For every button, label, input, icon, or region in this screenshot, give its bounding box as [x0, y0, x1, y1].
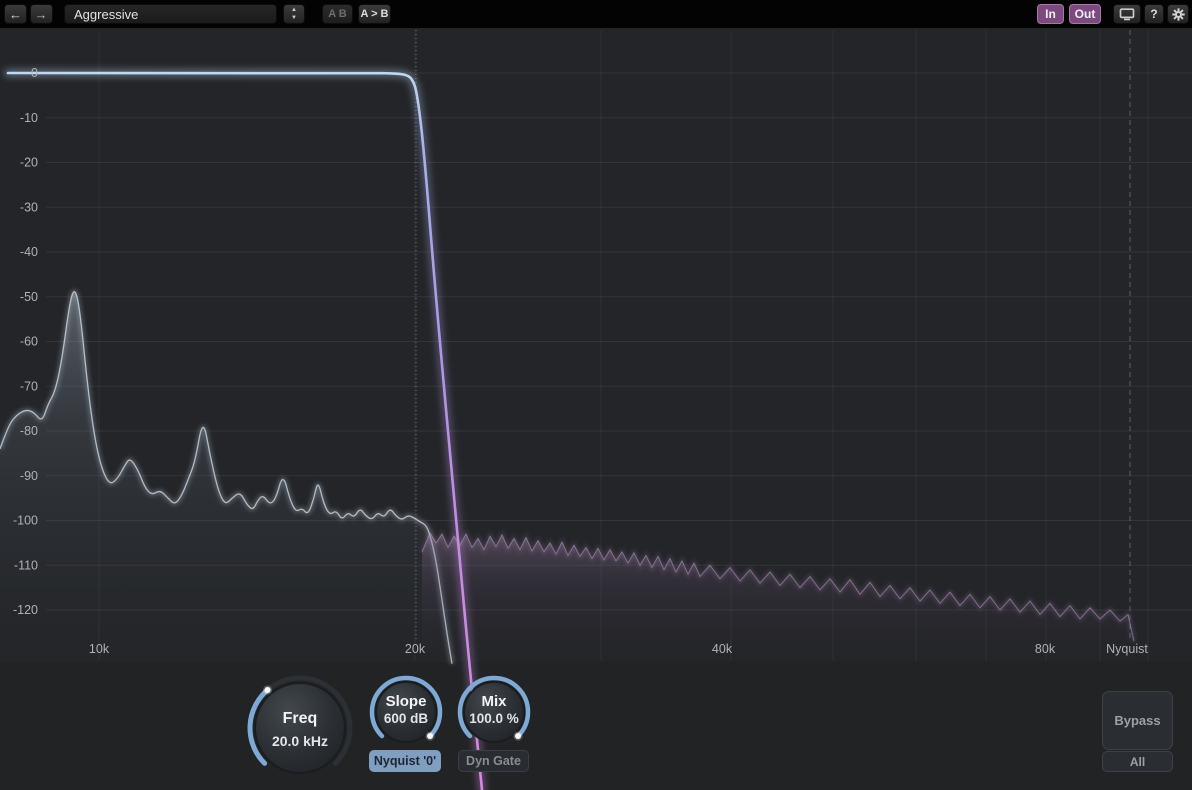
- db-axis-label: -10: [20, 111, 38, 125]
- db-axis-label: -60: [20, 335, 38, 349]
- freq-axis-label: 40k: [712, 642, 733, 656]
- mix-knob-label: Mix: [481, 693, 507, 710]
- mix-knob-dot: [515, 733, 521, 739]
- monitor-button[interactable]: [1113, 4, 1141, 24]
- nyquist-zero-label: Nyquist '0': [374, 754, 436, 768]
- stepper-down-icon[interactable]: ▼: [291, 14, 297, 22]
- freq-axis-label: Nyquist: [1106, 642, 1148, 656]
- freq-axis-label: 80k: [1035, 642, 1056, 656]
- freq-knob-body[interactable]: [255, 683, 345, 773]
- freq-knob-value: 20.0 kHz: [272, 733, 328, 749]
- stepper-up-icon[interactable]: ▲: [291, 6, 297, 14]
- dyn-gate-label: Dyn Gate: [466, 754, 521, 768]
- a-to-b-label: A > B: [360, 8, 388, 20]
- arrow-left-icon: ←: [9, 7, 22, 22]
- bypass-button[interactable]: Bypass: [1102, 691, 1173, 750]
- a-to-b-copy-button[interactable]: A > B: [358, 4, 391, 24]
- display-icon: [1119, 8, 1135, 21]
- slope-knob-label: Slope: [386, 693, 427, 710]
- slope-knob-dot: [427, 733, 433, 739]
- out-label: Out: [1075, 7, 1096, 21]
- freq-knob-label: Freq: [283, 710, 318, 727]
- db-axis-label: 0: [31, 66, 38, 80]
- db-axis-label: -90: [20, 469, 38, 483]
- freq-knob-dot: [265, 687, 271, 693]
- arrow-right-icon: →: [35, 7, 48, 22]
- slope-knob-value: 600 dB: [384, 711, 429, 726]
- settings-button[interactable]: [1167, 4, 1189, 24]
- back-button[interactable]: ←: [4, 4, 27, 24]
- db-axis-label: -70: [20, 379, 38, 393]
- gear-icon: [1171, 7, 1186, 22]
- plugin-window: 0 -10 -20 -30 -40 -50 -60 -70 -80 -90 -100 -110 -120…: [0, 0, 1192, 790]
- toolbar: ← → Aggressive ▲ ▼ A B A > B In Out ?: [0, 0, 1192, 28]
- preset-selector[interactable]: Aggressive: [64, 4, 277, 24]
- freq-axis-label: 20k: [405, 642, 426, 656]
- nyquist-zero-button[interactable]: Nyquist '0': [369, 750, 441, 772]
- preset-name: Aggressive: [74, 7, 138, 22]
- db-axis-label: -100: [13, 514, 38, 528]
- db-axis-label: -50: [20, 290, 38, 304]
- dyn-gate-button[interactable]: Dyn Gate: [458, 750, 529, 772]
- freq-axis-label: 10k: [89, 642, 110, 656]
- ab-compare-label: A B: [328, 8, 347, 20]
- ab-compare-button[interactable]: A B: [322, 4, 353, 24]
- branding: TOKYO DAWN LABS ULTRASONIC: [0, 664, 230, 790]
- input-gain-button[interactable]: In: [1037, 4, 1064, 24]
- all-label: All: [1130, 755, 1145, 769]
- mix-knob-value: 100.0 %: [469, 711, 519, 726]
- help-label: ?: [1150, 7, 1157, 21]
- preset-stepper[interactable]: ▲ ▼: [283, 4, 305, 24]
- help-button[interactable]: ?: [1144, 4, 1164, 24]
- db-axis-label: -40: [20, 245, 38, 259]
- db-axis-label: -110: [14, 558, 38, 572]
- bypass-label: Bypass: [1114, 713, 1160, 728]
- db-axis-label: -120: [13, 603, 38, 617]
- in-label: In: [1045, 7, 1056, 21]
- db-axis-label: -80: [20, 424, 38, 438]
- forward-button[interactable]: →: [30, 4, 53, 24]
- output-gain-button[interactable]: Out: [1069, 4, 1101, 24]
- db-axis-label: -30: [20, 200, 38, 214]
- db-axis-label: -20: [20, 156, 38, 170]
- all-button[interactable]: All: [1102, 751, 1173, 772]
